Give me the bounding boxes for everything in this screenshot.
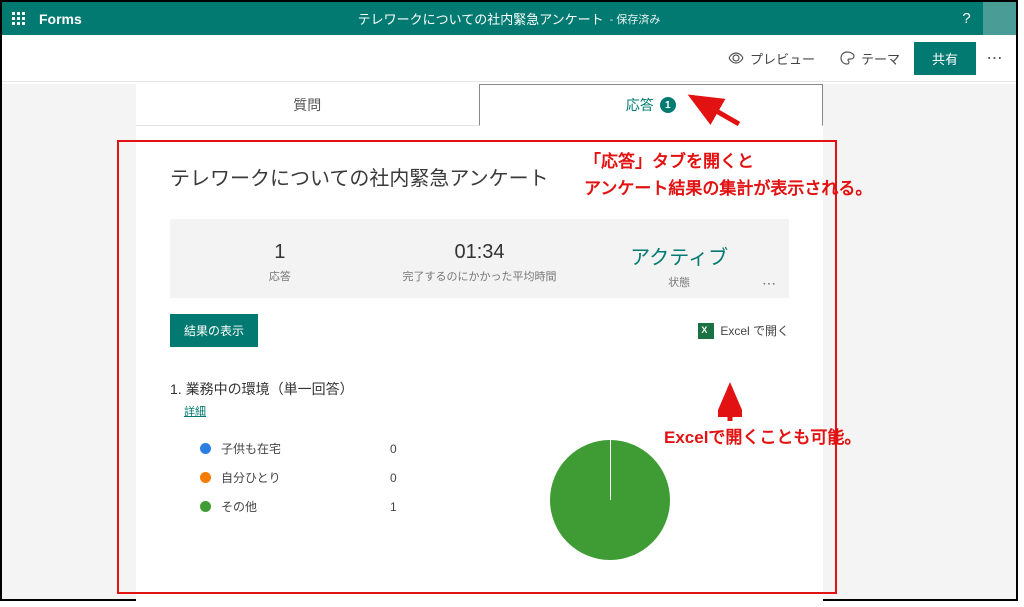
tab-responses[interactable]: 応答 1: [479, 84, 824, 126]
legend-label: 子供も在宅: [221, 440, 390, 457]
stats-more-icon[interactable]: ⋯: [762, 275, 777, 292]
form-card: 質問 応答 1 テレワークについての社内緊急アンケート 1 応答: [136, 84, 823, 604]
doc-title-wrap: テレワークについての社内緊急アンケート - 保存済み: [358, 9, 661, 28]
stat-avg-time-label: 完了するのにかかった平均時間: [380, 268, 580, 284]
question-1-title: 1. 業務中の環境（単一回答）: [170, 379, 789, 399]
open-in-excel-button[interactable]: Excel で開く: [698, 322, 789, 339]
preview-label: プレビュー: [750, 49, 815, 68]
responses-count-badge: 1: [660, 97, 676, 113]
stat-status-label: 状態: [579, 274, 779, 290]
toolbar: プレビュー テーマ 共有 ⋯: [2, 35, 1016, 82]
tab-questions[interactable]: 質問: [136, 84, 479, 125]
user-avatar[interactable]: [983, 2, 1016, 35]
doc-title[interactable]: テレワークについての社内緊急アンケート: [358, 9, 604, 28]
view-results-button[interactable]: 結果の表示: [170, 314, 258, 347]
legend-label: その他: [221, 498, 390, 515]
legend-item-2: その他 1: [200, 498, 430, 515]
tab-responses-label: 応答: [626, 95, 654, 115]
legend-item-1: 自分ひとり 0: [200, 469, 430, 486]
tabs: 質問 応答 1: [136, 84, 823, 126]
share-button[interactable]: 共有: [914, 42, 976, 75]
eye-icon: [728, 52, 744, 64]
pie-slice-other: [550, 440, 670, 560]
legend-value: 0: [390, 471, 430, 485]
pie-chart: [430, 440, 789, 560]
stat-responses-value: 1: [180, 241, 380, 264]
swatch-icon: [200, 472, 211, 483]
stat-avg-time-value: 01:34: [380, 241, 580, 264]
swatch-icon: [200, 501, 211, 512]
tab-questions-label: 質問: [293, 95, 321, 115]
more-icon[interactable]: ⋯: [980, 43, 1010, 73]
question-1: 1. 業務中の環境（単一回答） 詳細 子供も在宅 0 自分ひとり: [170, 379, 789, 560]
palette-icon: [839, 51, 855, 65]
stat-avg-time: 01:34 完了するのにかかった平均時間: [380, 241, 580, 290]
legend-value: 1: [390, 500, 430, 514]
chart-legend: 子供も在宅 0 自分ひとり 0 その他 1: [170, 440, 430, 560]
question-1-detail-link[interactable]: 詳細: [184, 403, 206, 419]
preview-button[interactable]: プレビュー: [718, 43, 825, 74]
theme-button[interactable]: テーマ: [829, 43, 910, 74]
help-icon[interactable]: ?: [950, 2, 983, 35]
doc-save-status: - 保存済み: [610, 11, 661, 27]
app-header: Forms テレワークについての社内緊急アンケート - 保存済み ?: [2, 2, 1016, 35]
open-in-excel-label: Excel で開く: [720, 322, 789, 339]
theme-label: テーマ: [861, 49, 900, 68]
legend-item-0: 子供も在宅 0: [200, 440, 430, 457]
excel-icon: [698, 323, 714, 339]
screenshot-frame: Forms テレワークについての社内緊急アンケート - 保存済み ? プレビュー…: [0, 0, 1018, 601]
form-title: テレワークについての社内緊急アンケート: [170, 162, 789, 191]
stat-responses-label: 応答: [180, 268, 380, 284]
stat-status-value: アクティブ: [579, 241, 779, 270]
legend-label: 自分ひとり: [221, 469, 390, 486]
swatch-icon: [200, 443, 211, 454]
app-launcher-icon[interactable]: [2, 2, 35, 35]
stats-card: 1 応答 01:34 完了するのにかかった平均時間 アクティブ 状態 ⋯: [170, 219, 789, 298]
app-name[interactable]: Forms: [39, 11, 82, 27]
canvas-background: 質問 応答 1 テレワークについての社内緊急アンケート 1 応答: [2, 84, 1016, 599]
stat-status: アクティブ 状態: [579, 241, 779, 290]
stat-responses: 1 応答: [180, 241, 380, 290]
legend-value: 0: [390, 442, 430, 456]
